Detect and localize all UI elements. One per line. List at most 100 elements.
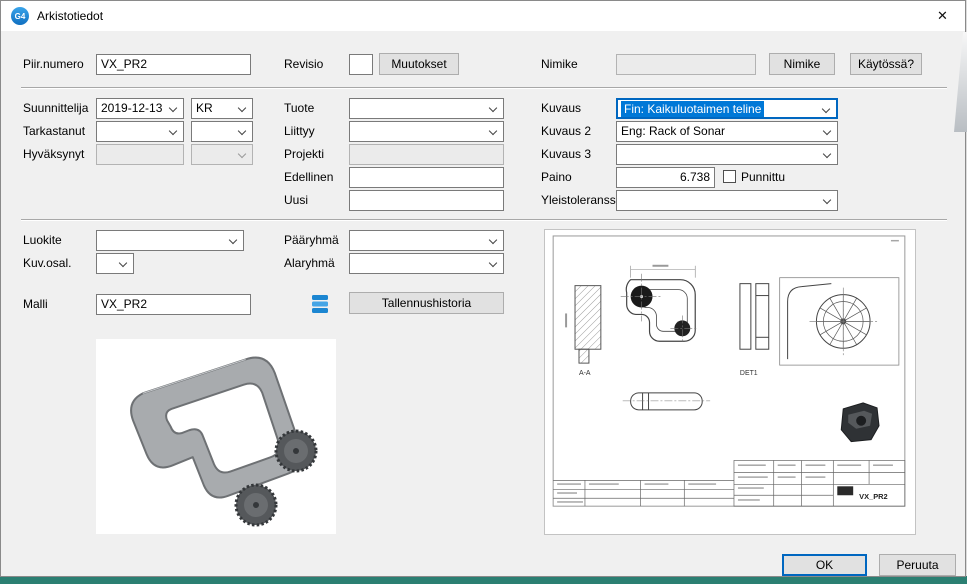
- tallennushistoria-button[interactable]: Tallennushistoria: [349, 292, 504, 314]
- edellinen-field[interactable]: [349, 167, 504, 188]
- title-block-text-smudges: [557, 240, 899, 503]
- arkistotiedot-dialog: G4 Arkistotiedot ✕ Piir.numero VX_PR2 Re…: [0, 0, 966, 577]
- paaryhma-combo[interactable]: [349, 230, 504, 251]
- chevron-down-icon: [823, 150, 831, 158]
- luokite-label: Luokite: [23, 230, 62, 251]
- liittyy-combo[interactable]: [349, 121, 504, 142]
- piir-numero-field[interactable]: VX_PR2: [96, 54, 251, 75]
- chevron-down-icon: [822, 105, 830, 113]
- model-preview-image: [96, 339, 336, 534]
- malli-label: Malli: [23, 294, 48, 315]
- kuvaus2-combo[interactable]: Eng: Rack of Sonar: [616, 121, 838, 142]
- close-button[interactable]: ✕: [920, 1, 965, 31]
- projekti-field: [349, 144, 504, 165]
- hyvaksynyt-id-combo: [191, 144, 253, 165]
- nimike-label: Nimike: [541, 54, 578, 75]
- yleistoleranssi-label: Yleistoleranssi: [541, 190, 618, 211]
- chevron-down-icon: [823, 196, 831, 204]
- kuv-osal-combo[interactable]: [96, 253, 134, 274]
- liittyy-label: Liittyy: [284, 121, 315, 142]
- chevron-down-icon: [489, 236, 497, 244]
- separator-1: [21, 87, 947, 89]
- kuvaus3-label: Kuvaus 3: [541, 144, 591, 165]
- kaytossa-button[interactable]: Käytössä?: [850, 53, 922, 75]
- tarkastanut-date-combo[interactable]: [96, 121, 184, 142]
- paino-label: Paino: [541, 167, 572, 188]
- chevron-down-icon: [169, 127, 177, 135]
- hyvaksynyt-date-field: [96, 144, 184, 165]
- chevron-down-icon: [119, 259, 127, 267]
- drawing-preview-image: A-A: [544, 229, 916, 535]
- uusi-field[interactable]: [349, 190, 504, 211]
- punnittu-checkbox[interactable]: [723, 170, 736, 183]
- screen: G4 Arkistotiedot ✕ Piir.numero VX_PR2 Re…: [0, 0, 967, 584]
- detail-view: [780, 278, 899, 365]
- g4-app-icon-text: G4: [15, 12, 26, 21]
- bracket-body: [125, 352, 308, 514]
- suunnittelija-id-value: KR: [196, 99, 213, 118]
- ok-button[interactable]: OK: [782, 554, 867, 576]
- close-icon: ✕: [937, 8, 948, 23]
- cancel-button[interactable]: Peruuta: [879, 554, 956, 576]
- muutokset-button[interactable]: Muutokset: [379, 53, 459, 75]
- suunnittelija-date-combo[interactable]: 2019-12-13: [96, 98, 184, 119]
- projekti-label: Projekti: [284, 144, 324, 165]
- edellinen-label: Edellinen: [284, 167, 333, 188]
- side-views: [740, 284, 769, 350]
- window-title: Arkistotiedot: [37, 1, 103, 31]
- g4-app-icon: G4: [11, 7, 29, 25]
- kuvaus3-combo[interactable]: [616, 144, 838, 165]
- model-3d-view: [96, 339, 336, 534]
- title-block-part-number: VX_PR2: [859, 492, 888, 501]
- paaryhma-label: Pääryhmä: [284, 230, 339, 251]
- chevron-down-icon: [489, 127, 497, 135]
- titlebar: G4 Arkistotiedot ✕: [1, 1, 965, 31]
- suunnittelija-id-combo[interactable]: KR: [191, 98, 253, 119]
- tarkastanut-id-combo[interactable]: [191, 121, 253, 142]
- chevron-down-icon: [489, 104, 497, 112]
- revisio-field[interactable]: [349, 54, 373, 75]
- chevron-down-icon: [238, 150, 246, 158]
- chevron-down-icon: [238, 127, 246, 135]
- iso-thumbnail: [841, 403, 879, 442]
- chevron-down-icon: [823, 127, 831, 135]
- paino-field[interactable]: 6.738: [616, 167, 715, 188]
- section-view: [565, 286, 601, 363]
- revisio-label: Revisio: [284, 54, 323, 75]
- suunnittelija-date-value: 2019-12-13: [101, 99, 162, 118]
- tuote-label: Tuote: [284, 98, 314, 119]
- tarkastanut-label: Tarkastanut: [23, 121, 85, 142]
- kuv-osal-label: Kuv.osal.: [23, 253, 71, 274]
- chevron-down-icon: [238, 104, 246, 112]
- suunnittelija-label: Suunnittelija: [23, 98, 88, 119]
- nimike-button[interactable]: Nimike: [769, 53, 835, 75]
- kuvaus2-label: Kuvaus 2: [541, 121, 591, 142]
- kuvaus-value: Fin: Kaikuluotaimen teline: [621, 101, 764, 117]
- hyvaksynyt-label: Hyväksynyt: [23, 144, 84, 165]
- kuvaus-combo[interactable]: Fin: Kaikuluotaimen teline: [616, 98, 838, 119]
- detail-view-label: DET1: [740, 370, 758, 377]
- chevron-down-icon: [489, 259, 497, 267]
- chevron-down-icon: [229, 236, 237, 244]
- punnittu-label: Punnittu: [741, 167, 785, 188]
- malli-field[interactable]: VX_PR2: [96, 294, 251, 315]
- separator-2: [21, 219, 947, 221]
- title-block: [553, 460, 905, 506]
- tuote-combo[interactable]: [349, 98, 504, 119]
- main-view: [621, 265, 697, 341]
- luokite-combo[interactable]: [96, 230, 244, 251]
- kuvaus-label: Kuvaus: [541, 98, 581, 119]
- cylinder-view: [623, 393, 710, 410]
- yleistoleranssi-combo[interactable]: [616, 190, 838, 211]
- kuvaus2-value: Eng: Rack of Sonar: [621, 122, 725, 141]
- save-history-icon-svg: [311, 293, 329, 314]
- alaryhma-combo[interactable]: [349, 253, 504, 274]
- save-history-icon[interactable]: [311, 293, 329, 314]
- section-view-label: A-A: [579, 370, 591, 377]
- title-block-mark: [837, 486, 853, 495]
- uusi-label: Uusi: [284, 190, 308, 211]
- chevron-down-icon: [169, 104, 177, 112]
- piir-numero-label: Piir.numero: [23, 54, 84, 75]
- alaryhma-label: Alaryhmä: [284, 253, 335, 274]
- drawing-sheet: A-A: [545, 230, 915, 534]
